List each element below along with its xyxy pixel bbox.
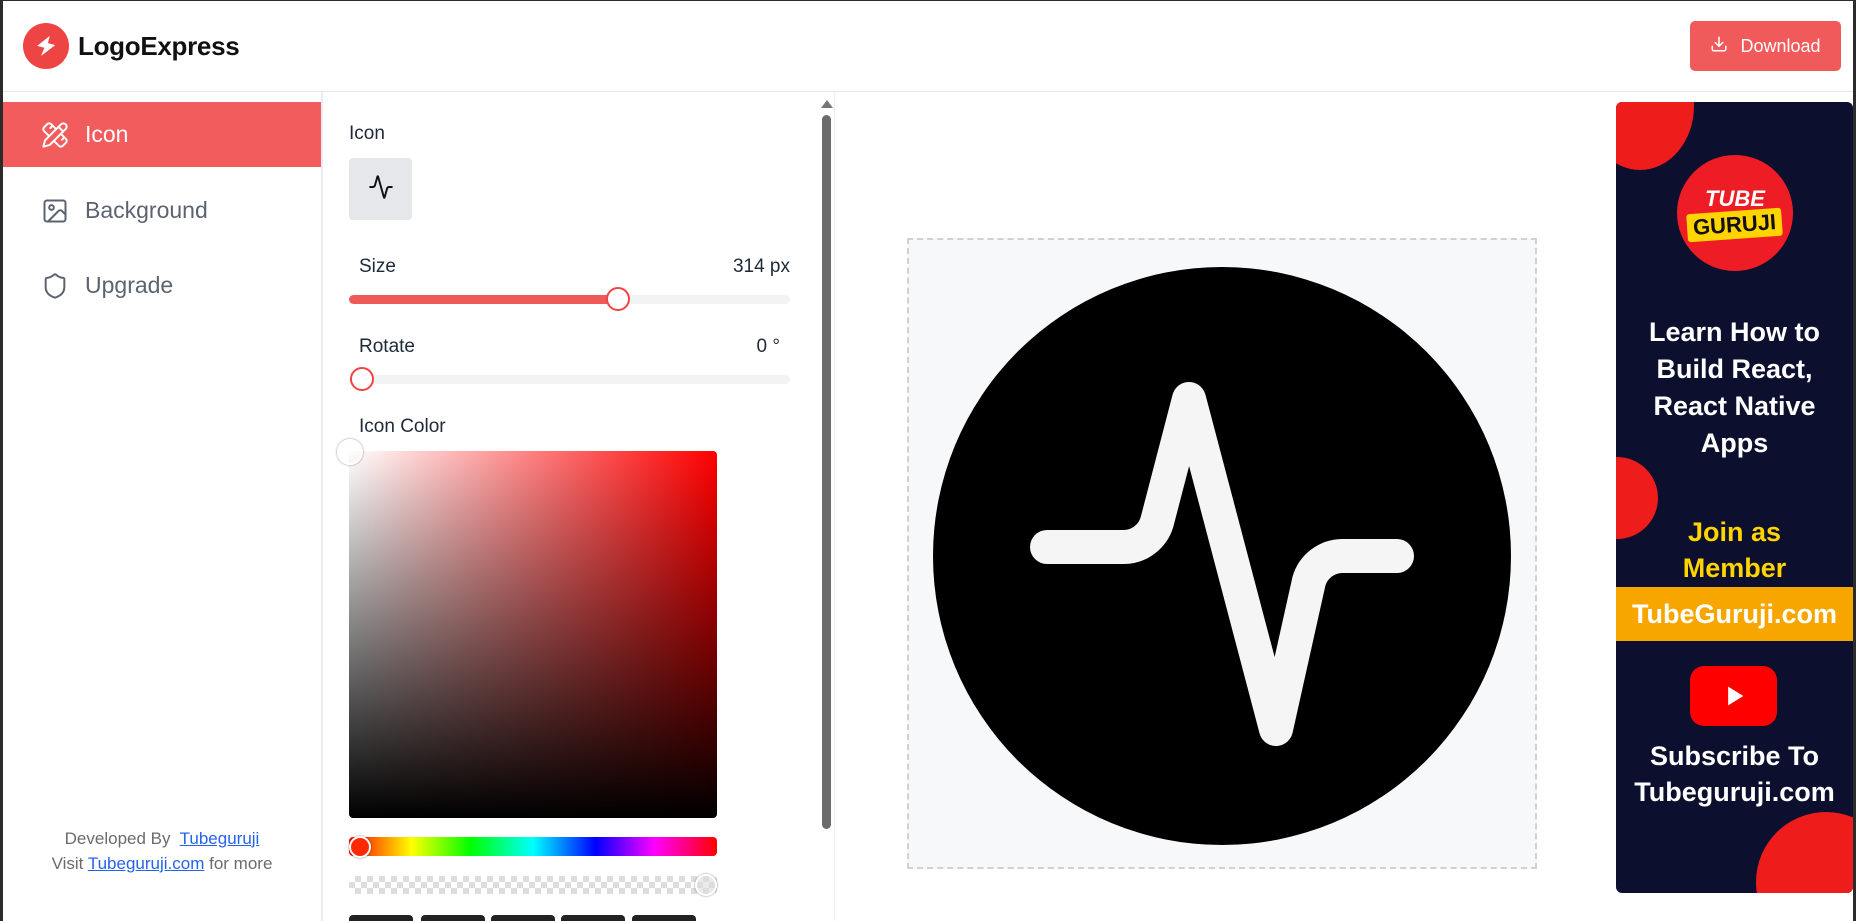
rotate-label: Rotate	[359, 336, 415, 357]
rotate-value: 0 °	[756, 336, 780, 357]
sidebar-item-icon[interactable]: Icon	[3, 102, 321, 167]
color-swatch[interactable]	[632, 915, 696, 921]
ad-subscribe-text: Subscribe To Tubeguruji.com	[1634, 741, 1835, 807]
app-name: LogoExpress	[78, 30, 240, 61]
ad-join-text: Join as Member	[1682, 517, 1787, 583]
icon-section-label: Icon	[349, 123, 385, 144]
advertisement-banner[interactable]: TUBE GURUJI Learn How to Build React, Re…	[1616, 102, 1853, 893]
saturation-picker-thumb[interactable]	[337, 439, 363, 465]
download-icon	[1710, 35, 1728, 58]
sidebar: Icon Background Upgrade Developed By Tub…	[3, 92, 323, 921]
hue-slider-thumb[interactable]	[349, 836, 371, 858]
credits-developed-by: Developed By	[64, 829, 171, 848]
size-slider-thumb[interactable]	[606, 287, 630, 311]
rotate-slider[interactable]	[349, 367, 790, 391]
icon-picker-button[interactable]	[349, 158, 412, 220]
header: LogoExpress Download	[3, 1, 1853, 92]
ad-site-band: TubeGuruji.com	[1616, 587, 1853, 641]
size-value: 314 px	[732, 256, 790, 277]
site-link[interactable]: Tubeguruji.com	[88, 854, 205, 873]
size-label: Size	[359, 256, 396, 277]
controls-panel: Icon Size 314 px Rotate 0 ° Icon Color	[325, 92, 835, 921]
bolt-icon	[23, 23, 69, 69]
color-swatch[interactable]	[349, 915, 413, 921]
credits: Developed By Tubeguruji Visit Tubeguruji…	[3, 826, 321, 876]
hue-slider[interactable]	[349, 837, 717, 856]
download-button[interactable]: Download	[1690, 21, 1841, 71]
ad-badge-top: TUBE	[1705, 186, 1765, 211]
size-slider-fill	[349, 295, 618, 304]
sidebar-item-label: Icon	[85, 121, 129, 147]
scrollbar-thumb[interactable]	[822, 115, 831, 829]
ad-headline: Learn How to Build React, React Native A…	[1648, 317, 1820, 458]
sidebar-item-background[interactable]: Background	[3, 178, 321, 243]
scroll-up-arrow-icon[interactable]	[821, 100, 833, 108]
color-swatch[interactable]	[421, 915, 485, 921]
ad-decor-blob	[1616, 102, 1694, 170]
logo-preview	[933, 267, 1511, 845]
alpha-slider[interactable]	[349, 876, 717, 894]
color-swatch[interactable]	[491, 915, 555, 921]
image-icon	[41, 197, 69, 225]
size-slider[interactable]	[349, 287, 790, 311]
logo-preview-canvas	[907, 238, 1537, 869]
tubeguruji-logo: TUBE GURUJI	[1677, 155, 1793, 271]
sidebar-item-label: Background	[85, 197, 208, 223]
sidebar-item-label: Upgrade	[85, 272, 174, 298]
ad-badge-bottom: GURUJI	[1686, 207, 1784, 243]
panel-scrollbar[interactable]	[820, 100, 833, 840]
activity-icon	[368, 174, 394, 205]
alpha-slider-thumb[interactable]	[695, 874, 717, 896]
pencil-ruler-icon	[41, 121, 69, 149]
sidebar-item-upgrade[interactable]: Upgrade	[3, 253, 321, 318]
ad-decor-blob	[1756, 812, 1853, 893]
logo[interactable]: LogoExpress	[23, 23, 240, 69]
youtube-play-icon[interactable]	[1690, 666, 1777, 726]
icon-color-label: Icon Color	[359, 416, 446, 437]
credits-visit: Visit	[51, 854, 84, 873]
color-swatch[interactable]	[561, 915, 625, 921]
color-saturation-picker[interactable]	[349, 451, 717, 818]
shield-icon	[41, 272, 69, 300]
credits-for-more: for more	[209, 854, 273, 873]
rotate-slider-thumb[interactable]	[350, 367, 375, 391]
download-label: Download	[1740, 35, 1821, 56]
developer-link[interactable]: Tubeguruji	[180, 829, 260, 848]
